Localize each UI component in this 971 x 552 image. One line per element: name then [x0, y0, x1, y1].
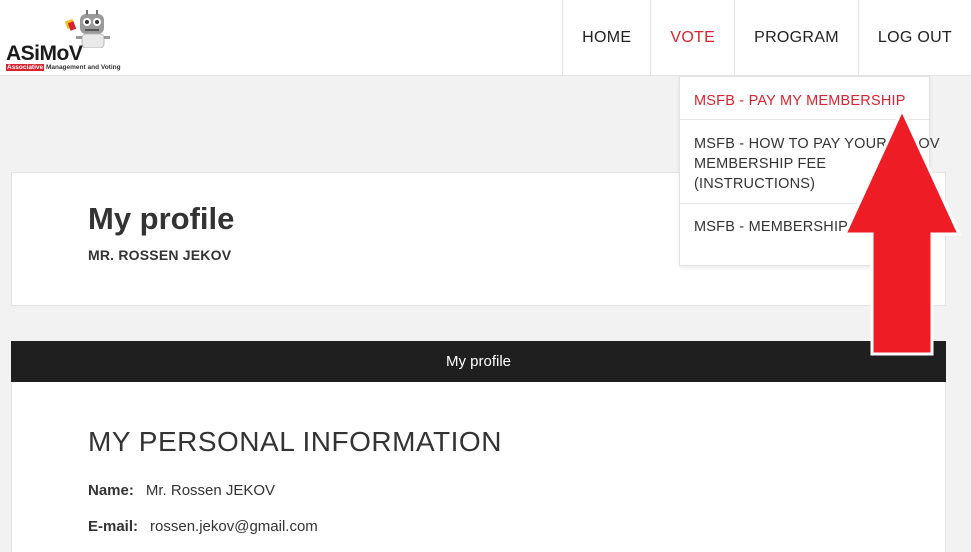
nav-home[interactable]: HOME [562, 0, 650, 76]
logo[interactable]: ASiMoV Associative Management and Voting [4, 8, 124, 72]
nav-vote[interactable]: VOTE [650, 0, 734, 76]
name-label: Name: [88, 482, 134, 499]
email-label: E-mail: [88, 518, 139, 535]
tab-my-profile[interactable]: My profile [11, 341, 946, 382]
name-row: Name: Mr. Rossen JEKOV [88, 482, 275, 499]
menu-item-how-to-pay[interactable]: MSFB - HOW TO PAY YOUR JEKOV MEMBERSHIP … [680, 134, 960, 194]
personal-info-card: MY PERSONAL INFORMATION Name: Mr. Rossen … [11, 382, 946, 552]
menu-item-pay-membership[interactable]: MSFB - PAY MY MEMBERSHIP [680, 91, 960, 111]
email-value: rossen.jekov@gmail.com [150, 518, 318, 535]
nav-log-out[interactable]: LOG OUT [857, 0, 971, 76]
menu-item-membership-criteria[interactable]: MSFB - MEMBERSHIP CRITERIA [680, 217, 960, 237]
top-navigation-bar: ASiMoV Associative Management and Voting… [0, 0, 971, 76]
menu-divider [680, 203, 931, 204]
section-title: MY PERSONAL INFORMATION [88, 426, 502, 457]
main-nav: HOME VOTE PROGRAM LOG OUT [562, 0, 971, 76]
name-value: Mr. Rossen JEKOV [145, 482, 276, 499]
logo-wordmark: ASiMoV [6, 42, 83, 65]
logo-tagline-rest: Management and Voting [44, 64, 121, 71]
logo-tagline: Associative Management and Voting [6, 64, 121, 71]
logo-tagline-highlight: Associative [6, 64, 45, 71]
menu-divider [680, 119, 931, 120]
page-title: My profile [88, 201, 235, 236]
nav-program[interactable]: PROGRAM [734, 0, 858, 76]
vote-dropdown-menu: MSFB - PAY MY MEMBERSHIP MSFB - HOW TO P… [679, 76, 940, 266]
page-subtitle: MR. ROSSEN JEKOV [88, 247, 232, 263]
email-row: E-mail: rossen.jekov@gmail.com [88, 518, 318, 535]
